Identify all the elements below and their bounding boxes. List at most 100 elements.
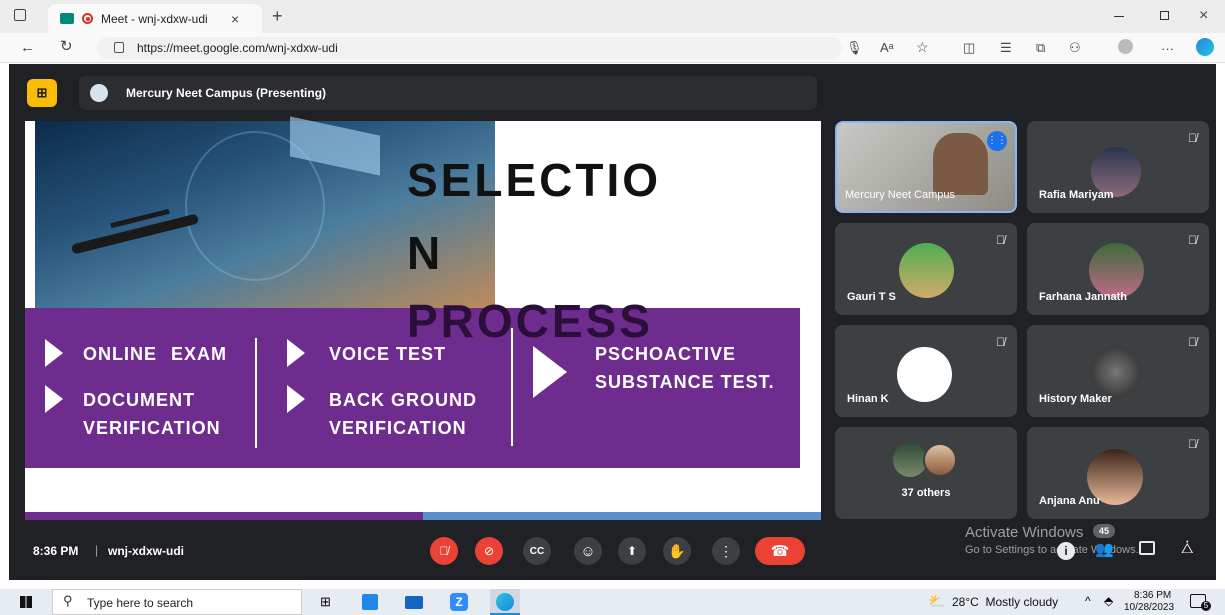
people-icon[interactable]: 👥 — [1095, 540, 1114, 558]
leave-call-button[interactable]: ☎ — [755, 537, 805, 565]
clock-date[interactable]: 10/28/2023 — [1124, 602, 1174, 613]
camera-off-button[interactable]: ⊘ — [475, 537, 503, 565]
participant-tile-rafia[interactable]: 🎙̸ Rafia Mariyam — [1027, 121, 1209, 213]
windows-taskbar: ⚲ Type here to search ⊞ Z ⛅ 28°C Mostly … — [0, 589, 1225, 615]
chat-icon[interactable] — [1139, 541, 1155, 555]
edge-icon[interactable] — [490, 589, 520, 615]
zoom-app-icon[interactable]: Z — [450, 593, 468, 611]
participant-name: Mercury Neet Campus — [845, 189, 956, 201]
address-bar: ← ↻ https://meet.google.com/wnj-xdxw-udi… — [0, 33, 1225, 63]
participant-name: Hinan K — [847, 393, 889, 405]
meeting-code: wnj-xdxw-udi — [108, 544, 184, 558]
minimize-icon[interactable] — [1114, 16, 1124, 17]
participant-tile-anjana[interactable]: 🎙̸ Anjana Anu — [1027, 427, 1209, 519]
url-field[interactable]: https://meet.google.com/wnj-xdxw-udi — [97, 37, 842, 59]
participant-name: Farhana Jannath — [1039, 291, 1128, 303]
favorites-icon[interactable]: ☰ — [1000, 41, 1012, 54]
tray-overflow-icon[interactable]: ^ — [1085, 594, 1091, 608]
microphone-icon[interactable]: 🎙 — [846, 41, 863, 54]
restore-icon[interactable] — [1160, 11, 1169, 20]
slide-item-background: BACK GROUND VERIFICATION — [329, 390, 477, 438]
meet-favicon-icon — [60, 13, 74, 24]
meet-window: ⊞ Mercury Neet Campus (Presenting) ONLIN… — [9, 64, 1216, 580]
participant-tile-hinan[interactable]: 🎙̸ Hinan K — [835, 325, 1017, 417]
participant-avatar — [899, 243, 954, 298]
bullet-arrow-icon — [287, 339, 305, 367]
people-count-badge: 45 — [1093, 524, 1115, 538]
meeting-separator: | — [95, 543, 99, 557]
network-icon[interactable]: ⬘ — [1104, 594, 1113, 608]
weather-icon: ⛅ — [928, 593, 946, 609]
mic-off-button[interactable]: 🎙̸ — [430, 537, 458, 565]
tab-actions-icon[interactable] — [14, 9, 26, 21]
participant-avatar — [897, 347, 952, 402]
profile-avatar-icon[interactable] — [1118, 39, 1133, 54]
windows-start-icon[interactable] — [20, 596, 32, 608]
muted-mic-icon: 🎙̸ — [996, 233, 1005, 247]
participant-name: 37 others — [901, 487, 951, 499]
participant-tile-gauri[interactable]: 🎙̸ Gauri T S — [835, 223, 1017, 315]
speaking-icon: ⋮⋮ — [987, 131, 1007, 151]
clock-time[interactable]: 8:36 PM — [1134, 590, 1171, 601]
activate-windows-subtitle: Go to Settings to activate Windows. — [965, 544, 1139, 556]
refresh-icon[interactable]: ↻ — [60, 39, 73, 54]
participant-avatar — [893, 443, 927, 477]
more-menu-icon[interactable]: ··· — [1161, 42, 1174, 55]
split-screen-icon[interactable]: ◫ — [963, 41, 975, 54]
notification-count: 5 — [1201, 601, 1211, 611]
slide-item-pschoactive: PSCHOACTIVE SUBSTANCE TEST. — [595, 344, 775, 392]
present-button[interactable]: ⬆ — [618, 537, 646, 565]
slide-item-document: DOCUMENT VERIFICATION — [83, 390, 221, 438]
muted-mic-icon: 🎙̸ — [1188, 233, 1197, 247]
presentation-slide: ONLINE EXAM VOICE TEST PSCHOACTIVE SUBST… — [25, 116, 821, 520]
activate-windows-title: Activate Windows — [965, 524, 1084, 541]
presenter-avatar — [90, 84, 108, 102]
store-icon[interactable] — [362, 594, 378, 610]
presenter-label: Mercury Neet Campus (Presenting) — [126, 86, 327, 100]
activities-icon[interactable]: ⧊ — [1181, 540, 1194, 557]
browser-tab[interactable]: Meet - wnj-xdxw-udi × — [48, 4, 262, 33]
presenter-header: Mercury Neet Campus (Presenting) — [79, 76, 817, 110]
participant-name: Anjana Anu — [1039, 495, 1100, 507]
favorite-star-icon[interactable]: ☆ — [916, 40, 929, 54]
taskbar-search-placeholder: Type here to search — [87, 596, 194, 610]
read-aloud-icon[interactable]: Aᵃ — [880, 41, 894, 54]
bullet-arrow-icon — [287, 385, 305, 413]
screen: Meet - wnj-xdxw-udi × + × ← ↻ https://me… — [0, 0, 1225, 615]
participant-tile-history-maker[interactable]: 🎙̸ History Maker — [1027, 325, 1209, 417]
weather-text[interactable]: 28°C Mostly cloudy — [952, 595, 1058, 609]
participant-avatar — [923, 443, 957, 477]
muted-mic-icon: 🎙̸ — [1188, 131, 1197, 145]
meeting-info-icon[interactable]: i — [1057, 542, 1075, 560]
muted-mic-icon: 🎙̸ — [1188, 437, 1197, 451]
captions-button[interactable]: CC — [523, 537, 551, 565]
participant-avatar — [1089, 243, 1144, 298]
taskbar-search[interactable]: ⚲ Type here to search — [52, 589, 302, 615]
participant-tile-farhana[interactable]: 🎙̸ Farhana Jannath — [1027, 223, 1209, 315]
emoji-button[interactable]: ☺ — [574, 537, 602, 565]
collections-icon[interactable]: ⧉ — [1036, 41, 1045, 54]
new-tab-icon[interactable]: + — [272, 7, 283, 25]
bullet-arrow-icon — [45, 339, 63, 367]
more-options-button[interactable]: ⋮ — [712, 537, 740, 565]
muted-mic-icon: 🎙̸ — [1188, 335, 1197, 349]
participant-tile-mercury[interactable]: ⋮⋮ Mercury Neet Campus — [835, 121, 1017, 213]
raise-hand-button[interactable]: ✋ — [663, 537, 691, 565]
close-window-icon[interactable]: × — [1199, 8, 1208, 24]
back-icon[interactable]: ← — [20, 40, 35, 55]
participant-name: Gauri T S — [847, 291, 896, 303]
presenter-badge[interactable]: ⊞ — [27, 79, 57, 107]
tab-close-icon[interactable]: × — [231, 11, 239, 27]
mail-icon[interactable] — [405, 596, 423, 609]
participant-name: History Maker — [1039, 393, 1112, 405]
browser-tab-bar: Meet - wnj-xdxw-udi × + × — [0, 0, 1225, 33]
slide-bottom-bar — [25, 512, 821, 520]
slide-item-online-exam: ONLINE EXAM — [83, 344, 228, 364]
lock-icon — [114, 42, 124, 53]
task-view-icon[interactable]: ⊞ — [320, 594, 331, 610]
participant-name: Rafia Mariyam — [1039, 189, 1114, 201]
url-text: https://meet.google.com/wnj-xdxw-udi — [137, 41, 338, 55]
participant-tile-others[interactable]: 37 others — [835, 427, 1017, 519]
extension-icon[interactable]: ⚇ — [1069, 41, 1081, 54]
copilot-icon[interactable] — [1196, 38, 1214, 56]
